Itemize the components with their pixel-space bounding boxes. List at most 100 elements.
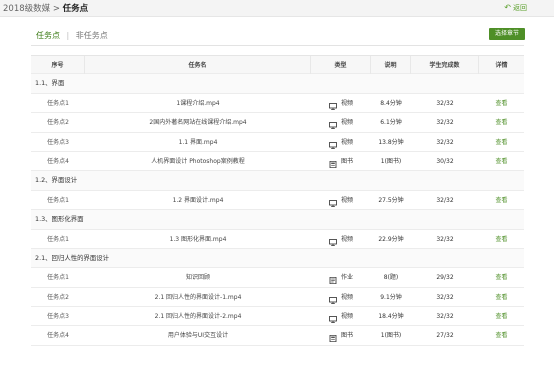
monitor-icon [329, 312, 337, 324]
col-header-task-name: 任务名 [85, 56, 311, 75]
task-completion: 32/32 [436, 119, 454, 127]
task-description: 9.1分钟 [380, 293, 402, 301]
view-link[interactable]: 查看 [479, 268, 524, 287]
task-type-label: 视频 [340, 99, 353, 107]
table-row: 任务点1 知识回顾 作业 8(题) 29/32 查看 [31, 268, 524, 288]
view-link[interactable]: 查看 [479, 113, 524, 132]
task-type: 作业 [311, 268, 371, 287]
monitor-icon [329, 293, 337, 304]
task-index: 任务点2 [47, 293, 69, 301]
col-header-type: 类型 [311, 56, 371, 75]
task-completion: 30/32 [436, 157, 454, 165]
task-description: 8.4分钟 [380, 99, 402, 107]
task-completion: 32/32 [436, 313, 454, 321]
task-name[interactable]: 用户体验与UI交互设计 [85, 326, 311, 345]
monitor-icon [329, 235, 337, 246]
view-link[interactable]: 查看 [479, 191, 524, 210]
col-header-completion: 学生完成数 [411, 56, 479, 75]
tab-bar: 任务点 | 非任务点 [36, 30, 108, 46]
task-index: 任务点2 [47, 119, 69, 127]
task-table: 序号 任务名 类型 说明 学生完成数 详情 1.1、界面 任务点1 1课程介绍.mp… [31, 55, 524, 346]
table-header: 序号 任务名 类型 说明 学生完成数 详情 [31, 55, 524, 75]
monitor-icon [329, 99, 337, 110]
table-row: 任务点4 用户体验与UI交互设计 图书 1(图书) 27/32 查看 [31, 326, 524, 346]
task-completion: 32/32 [436, 138, 454, 146]
select-chapter-button[interactable]: 选择章节 [489, 28, 525, 40]
back-label: 返回 [513, 4, 527, 12]
view-link[interactable]: 查看 [479, 326, 524, 345]
view-link[interactable]: 查看 [479, 152, 524, 171]
chapter-row: 1.2、界面设计 [31, 171, 524, 191]
task-type-label: 视频 [340, 138, 353, 146]
table-row: 任务点4 人机界面设计 Photoshop案例教程 图书 1(图书) 30/32 查看 [31, 152, 524, 172]
task-name[interactable]: 1课程介绍.mp4 [85, 94, 311, 113]
task-type-label: 图书 [340, 332, 353, 340]
table-row: 任务点2 2国内外著名网站在线课程介绍.mp4 视频 6.1分钟 32/32 查看 [31, 113, 524, 133]
task-index: 任务点4 [47, 157, 69, 165]
task-index: 任务点4 [47, 332, 69, 340]
task-description: 27.5分钟 [378, 196, 404, 204]
task-name[interactable]: 1.3 图形化界面.mp4 [85, 230, 311, 249]
task-type: 视频 [311, 94, 371, 113]
task-type-label: 视频 [340, 119, 353, 127]
task-completion: 29/32 [436, 274, 454, 282]
task-type: 视频 [311, 307, 371, 326]
assignment-icon [329, 273, 337, 285]
task-type-label: 视频 [340, 293, 353, 301]
task-type: 视频 [311, 113, 371, 132]
table-row: 任务点3 1.1 界面.mp4 视频 13.8分钟 32/32 查看 [31, 133, 524, 152]
task-name[interactable]: 2.1 回归人性的界面设计-1.mp4 [85, 288, 311, 307]
task-description: 6.1分钟 [380, 119, 402, 127]
chapter-title: 1.3、图形化界面 [35, 215, 84, 224]
table-row: 任务点1 1.2 界面设计.mp4 视频 27.5分钟 32/32 查看 [31, 191, 524, 211]
task-name[interactable]: 人机界面设计 Photoshop案例教程 [85, 152, 311, 171]
task-description: 1(图书) [380, 332, 402, 340]
task-completion: 32/32 [436, 293, 454, 301]
task-name[interactable]: 2国内外著名网站在线课程介绍.mp4 [85, 113, 311, 132]
task-type: 图书 [311, 326, 371, 345]
view-link[interactable]: 查看 [479, 307, 524, 326]
task-type-label: 图书 [340, 157, 353, 165]
task-index: 任务点3 [47, 313, 69, 321]
monitor-icon [329, 118, 337, 130]
col-header-index: 序号 [31, 56, 85, 75]
task-name[interactable]: 1.1 界面.mp4 [85, 133, 311, 152]
col-header-description: 说明 [371, 56, 411, 75]
task-name[interactable]: 知识回顾 [85, 268, 311, 287]
breadcrumb-separator: > [52, 4, 60, 14]
task-type: 视频 [311, 288, 371, 307]
col-header-details: 详情 [495, 62, 508, 69]
back-button[interactable]: ↶ 返回 [504, 3, 527, 13]
tab-non-task-points[interactable]: 非任务点 [76, 30, 108, 45]
task-name[interactable]: 1.2 界面设计.mp4 [85, 191, 311, 210]
task-completion: 27/32 [436, 332, 454, 340]
table-row: 任务点3 2.1 回归人性的界面设计-2.mp4 视频 18.4分钟 32/32 查看 [31, 307, 524, 327]
view-link[interactable]: 查看 [479, 288, 524, 307]
task-type-label: 视频 [340, 235, 353, 243]
task-description: 18.4分钟 [378, 313, 404, 321]
view-link[interactable]: 查看 [479, 94, 524, 113]
task-name[interactable]: 2.1 回归人性的界面设计-2.mp4 [85, 307, 311, 326]
book-icon [329, 157, 337, 169]
task-completion: 32/32 [436, 235, 454, 243]
task-index: 任务点1 [47, 235, 69, 243]
view-link[interactable]: 查看 [479, 133, 524, 152]
task-description: 13.8分钟 [378, 138, 404, 146]
book-icon [329, 331, 337, 343]
task-type-label: 视频 [340, 313, 353, 321]
tab-divider [31, 45, 524, 46]
task-description: 8(题) [383, 274, 399, 282]
monitor-icon [329, 138, 337, 149]
view-link[interactable]: 查看 [479, 230, 524, 249]
task-type: 视频 [311, 230, 371, 249]
task-completion: 32/32 [436, 196, 454, 204]
tab-separator: | [66, 31, 70, 40]
back-arrow-icon: ↶ [504, 3, 511, 12]
task-description: 1(图书) [380, 157, 402, 165]
tab-task-points[interactable]: 任务点 [36, 30, 60, 46]
monitor-icon [329, 196, 337, 207]
task-type: 视频 [311, 133, 371, 152]
task-index: 任务点1 [47, 99, 69, 107]
task-index: 任务点1 [47, 196, 69, 204]
breadcrumb-course[interactable]: 2018级数媒 [3, 4, 50, 14]
